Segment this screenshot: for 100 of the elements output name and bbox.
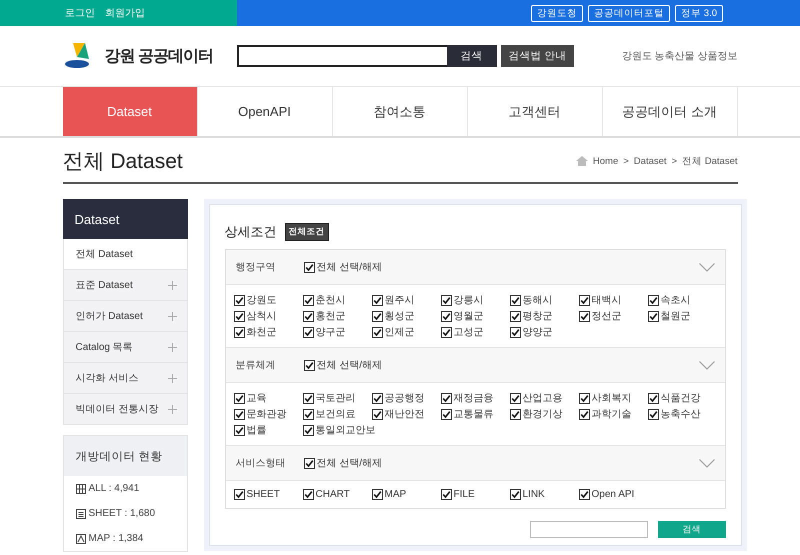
checkbox-checked[interactable] <box>440 326 452 338</box>
breadcrumb-link[interactable]: Home <box>592 156 618 166</box>
top-link[interactable]: 강원도청 <box>531 4 584 22</box>
breadcrumb-link[interactable]: Dataset <box>634 156 667 166</box>
checkbox-checked[interactable] <box>372 408 382 420</box>
checkbox-checked[interactable] <box>302 326 314 338</box>
top-link[interactable]: 정부 3.0 <box>675 4 723 22</box>
checkbox-checked[interactable] <box>648 294 658 306</box>
checkbox-label[interactable]: Open API <box>592 489 634 500</box>
checkbox-label[interactable]: 정선군 <box>592 309 622 323</box>
checkbox-label[interactable]: 태백시 <box>592 293 622 307</box>
checkbox-label[interactable]: 전체 선택/해제 <box>316 456 382 470</box>
checkbox-label[interactable]: 인제군 <box>384 325 414 339</box>
checkbox-label[interactable]: SHEET <box>246 489 280 500</box>
checkbox-label[interactable]: LINK <box>522 489 545 500</box>
checkbox-label[interactable]: 국토관리 <box>316 391 356 405</box>
keyword-input-field[interactable] <box>530 521 648 538</box>
checkbox-label[interactable]: 평창군 <box>522 309 552 323</box>
checkbox-checked[interactable] <box>510 392 520 404</box>
checkbox-checked[interactable] <box>304 458 314 468</box>
checkbox-label[interactable]: 양양군 <box>522 325 552 339</box>
checkbox-checked[interactable] <box>578 408 590 420</box>
checkbox-checked[interactable] <box>234 326 244 338</box>
checkbox-checked[interactable] <box>234 294 244 306</box>
checkbox-label[interactable]: 전체 선택/해제 <box>316 260 382 274</box>
checkbox-label[interactable]: 사회복지 <box>592 391 632 405</box>
nav-tab[interactable]: Dataset <box>62 87 198 136</box>
checkbox-checked[interactable] <box>302 408 314 420</box>
checkbox-checked[interactable] <box>372 326 382 338</box>
checkbox-label[interactable]: 강원도 <box>246 293 276 307</box>
checkbox-checked[interactable] <box>234 392 244 404</box>
checkbox-checked[interactable] <box>648 408 658 420</box>
checkbox-label[interactable]: 재정금융 <box>454 391 494 405</box>
checkbox-label[interactable]: 양구군 <box>316 325 346 339</box>
checkbox-label[interactable]: 농축수산 <box>660 407 700 421</box>
sidebar-item[interactable]: 전체 Dataset <box>62 239 188 270</box>
chevron-down-icon[interactable] <box>698 262 714 272</box>
checkbox-checked[interactable] <box>234 489 244 500</box>
checkbox-checked[interactable] <box>440 489 452 500</box>
checkbox-label[interactable]: MAP <box>384 489 406 500</box>
checkbox-label[interactable]: 교통물류 <box>454 407 494 421</box>
checkbox-checked[interactable] <box>510 310 520 322</box>
checkbox-label[interactable]: 동해시 <box>522 293 552 307</box>
checkbox-checked[interactable] <box>234 408 244 420</box>
checkbox-label[interactable]: 보건의료 <box>316 407 356 421</box>
checkbox-checked[interactable] <box>372 310 382 322</box>
checkbox-checked[interactable] <box>440 408 452 420</box>
checkbox-checked[interactable] <box>510 489 520 500</box>
checkbox-label[interactable]: 통일외교안보 <box>316 423 376 437</box>
checkbox-label[interactable]: 공공행정 <box>384 391 424 405</box>
checkbox-label[interactable]: 횡성군 <box>384 309 414 323</box>
checkbox-label[interactable]: 강릉시 <box>454 293 484 307</box>
checkbox-checked[interactable] <box>372 392 382 404</box>
checkbox-label[interactable]: 환경기상 <box>522 407 562 421</box>
checkbox-checked[interactable] <box>234 424 244 436</box>
checkbox-label[interactable]: CHART <box>316 489 350 500</box>
checkbox-checked[interactable] <box>372 489 382 500</box>
checkbox-checked[interactable] <box>372 294 382 306</box>
checkbox-checked[interactable] <box>440 310 452 322</box>
checkbox-checked[interactable] <box>304 262 314 272</box>
checkbox-label[interactable]: 전체 선택/해제 <box>316 358 382 372</box>
sidebar-item[interactable]: Catalog 목록 <box>62 332 188 363</box>
search-guide-button[interactable]: 검색법 안내 <box>500 45 574 67</box>
checkbox-label[interactable]: 법률 <box>246 423 266 437</box>
checkbox-label[interactable]: 과학기술 <box>592 407 632 421</box>
checkbox-checked[interactable] <box>510 294 520 306</box>
checkbox-checked[interactable] <box>234 310 244 322</box>
sidebar-item[interactable]: 시각화 서비스 <box>62 363 188 394</box>
checkbox-checked[interactable] <box>440 294 452 306</box>
checkbox-label[interactable]: 원주시 <box>384 293 414 307</box>
checkbox-checked[interactable] <box>302 392 314 404</box>
checkbox-label[interactable]: 영월군 <box>454 309 484 323</box>
checkbox-checked[interactable] <box>440 392 452 404</box>
sidebar-item[interactable]: 표준 Dataset <box>62 270 188 301</box>
checkbox-checked[interactable] <box>648 392 658 404</box>
checkbox-label[interactable]: 식품건강 <box>660 391 700 405</box>
breadcrumb-link[interactable]: 전체 Dataset <box>682 154 738 168</box>
sidebar-item[interactable]: 빅데이터 전통시장 <box>62 394 188 425</box>
checkbox-label[interactable]: 고성군 <box>454 325 484 339</box>
checkbox-label[interactable]: 홍천군 <box>316 309 346 323</box>
checkbox-checked[interactable] <box>302 310 314 322</box>
top-link[interactable]: 공공데이터포털 <box>588 4 670 22</box>
checkbox-checked[interactable] <box>578 310 590 322</box>
checkbox-checked[interactable] <box>510 408 520 420</box>
checkbox-label[interactable]: 삼척시 <box>246 309 276 323</box>
checkbox-label[interactable]: 철원군 <box>660 309 690 323</box>
checkbox-checked[interactable] <box>302 294 314 306</box>
checkbox-checked[interactable] <box>510 326 520 338</box>
checkbox-label[interactable]: 재난안전 <box>384 407 424 421</box>
header-link[interactable]: 강원도 농축산물 상품정보 <box>622 49 738 63</box>
checkbox-checked[interactable] <box>304 360 314 370</box>
all-conditions-badge[interactable]: 전체조건 <box>284 223 328 241</box>
sidebar-item[interactable]: 인허가 Dataset <box>62 301 188 332</box>
checkbox-label[interactable]: FILE <box>454 489 475 500</box>
search-button[interactable]: 검색 <box>446 45 496 67</box>
chevron-down-icon[interactable] <box>698 360 714 370</box>
chevron-down-icon[interactable] <box>698 458 714 468</box>
checkbox-checked[interactable] <box>302 424 314 436</box>
checkbox-checked[interactable] <box>302 489 314 500</box>
checkbox-label[interactable]: 문화관광 <box>246 407 286 421</box>
